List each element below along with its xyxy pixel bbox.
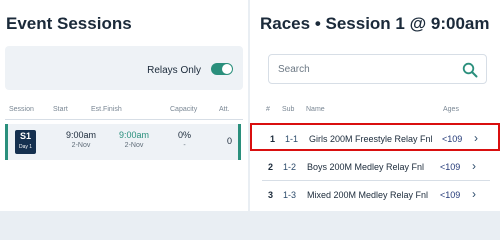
- session-attendance: 0: [227, 136, 232, 146]
- column-header-start: Start: [53, 106, 68, 113]
- race-number: 1: [270, 134, 276, 144]
- column-header-capacity: Capacity: [170, 106, 198, 113]
- session-label: S1: [19, 131, 31, 141]
- session-start: 9:00am 2-Nov: [66, 130, 96, 149]
- capacity-sub: -: [183, 142, 186, 149]
- race-row[interactable]: 2 1-2 Boys 200M Medley Relay Fnl <109 ›: [250, 153, 500, 181]
- race-ages: <109: [442, 134, 463, 144]
- relays-filter-card: Relays Only: [5, 46, 243, 90]
- race-row[interactable]: 3 1-3 Mixed 200M Medley Relay Fnl <109 ›: [250, 181, 500, 209]
- race-name: Mixed 200M Medley Relay Fnl: [307, 190, 429, 200]
- race-ages: <109: [440, 162, 461, 172]
- column-header-est-finish: Est.Finish: [91, 106, 122, 113]
- race-ages: <109: [440, 190, 461, 200]
- toggle-knob: [222, 64, 232, 74]
- race-name: Boys 200M Medley Relay Fnl: [307, 162, 425, 172]
- column-header-sub: Sub: [282, 106, 295, 113]
- finish-date: 2-Nov: [124, 142, 144, 149]
- session-finish: 9:00am 2-Nov: [119, 130, 149, 149]
- attendance-value: 0: [227, 136, 233, 146]
- race-sub: 1-1: [285, 134, 299, 144]
- column-header-session: Session: [9, 106, 34, 113]
- chevron-right-icon[interactable]: ›: [474, 131, 478, 145]
- session-day: Day 1: [18, 144, 33, 150]
- relays-only-toggle[interactable]: [211, 63, 233, 75]
- capacity-value: 0%: [178, 130, 192, 140]
- column-header-number: #: [266, 106, 270, 113]
- column-header-att: Att.: [219, 106, 230, 113]
- race-search-input[interactable]: [278, 61, 448, 77]
- session-capacity: 0% -: [178, 130, 191, 149]
- race-number: 2: [268, 162, 274, 172]
- race-name: Girls 200M Freestyle Relay Fnl: [309, 134, 433, 144]
- session-badge: S1 Day 1: [15, 130, 36, 154]
- column-header-name: Name: [306, 106, 325, 113]
- race-sub: 1-2: [283, 162, 297, 172]
- race-sub: 1-3: [283, 190, 297, 200]
- race-row[interactable]: 1 1-1 Girls 200M Freestyle Relay Fnl <10…: [250, 123, 500, 151]
- races-table-header: # Sub Name Ages: [260, 103, 496, 119]
- event-sessions-panel: Event Sessions Relays Only Session Start…: [0, 0, 248, 211]
- race-number: 3: [268, 190, 274, 200]
- sessions-table-header: Session Start Est.Finish Capacity Att.: [5, 103, 243, 120]
- start-time: 9:00am: [66, 130, 97, 140]
- race-search-box[interactable]: [268, 54, 487, 84]
- relays-only-label: Relays Only: [147, 65, 201, 76]
- search-icon[interactable]: [462, 62, 478, 78]
- event-sessions-title: Event Sessions: [6, 14, 132, 33]
- chevron-right-icon[interactable]: ›: [472, 159, 476, 173]
- session-row[interactable]: S1 Day 1 9:00am 2-Nov 9:00am 2-Nov 0% - …: [5, 124, 241, 160]
- start-date: 2-Nov: [71, 142, 91, 149]
- column-header-ages: Ages: [443, 106, 459, 113]
- races-title: Races • Session 1 @ 9:00am: [260, 14, 490, 33]
- finish-time: 9:00am: [119, 130, 150, 140]
- chevron-right-icon[interactable]: ›: [472, 187, 476, 201]
